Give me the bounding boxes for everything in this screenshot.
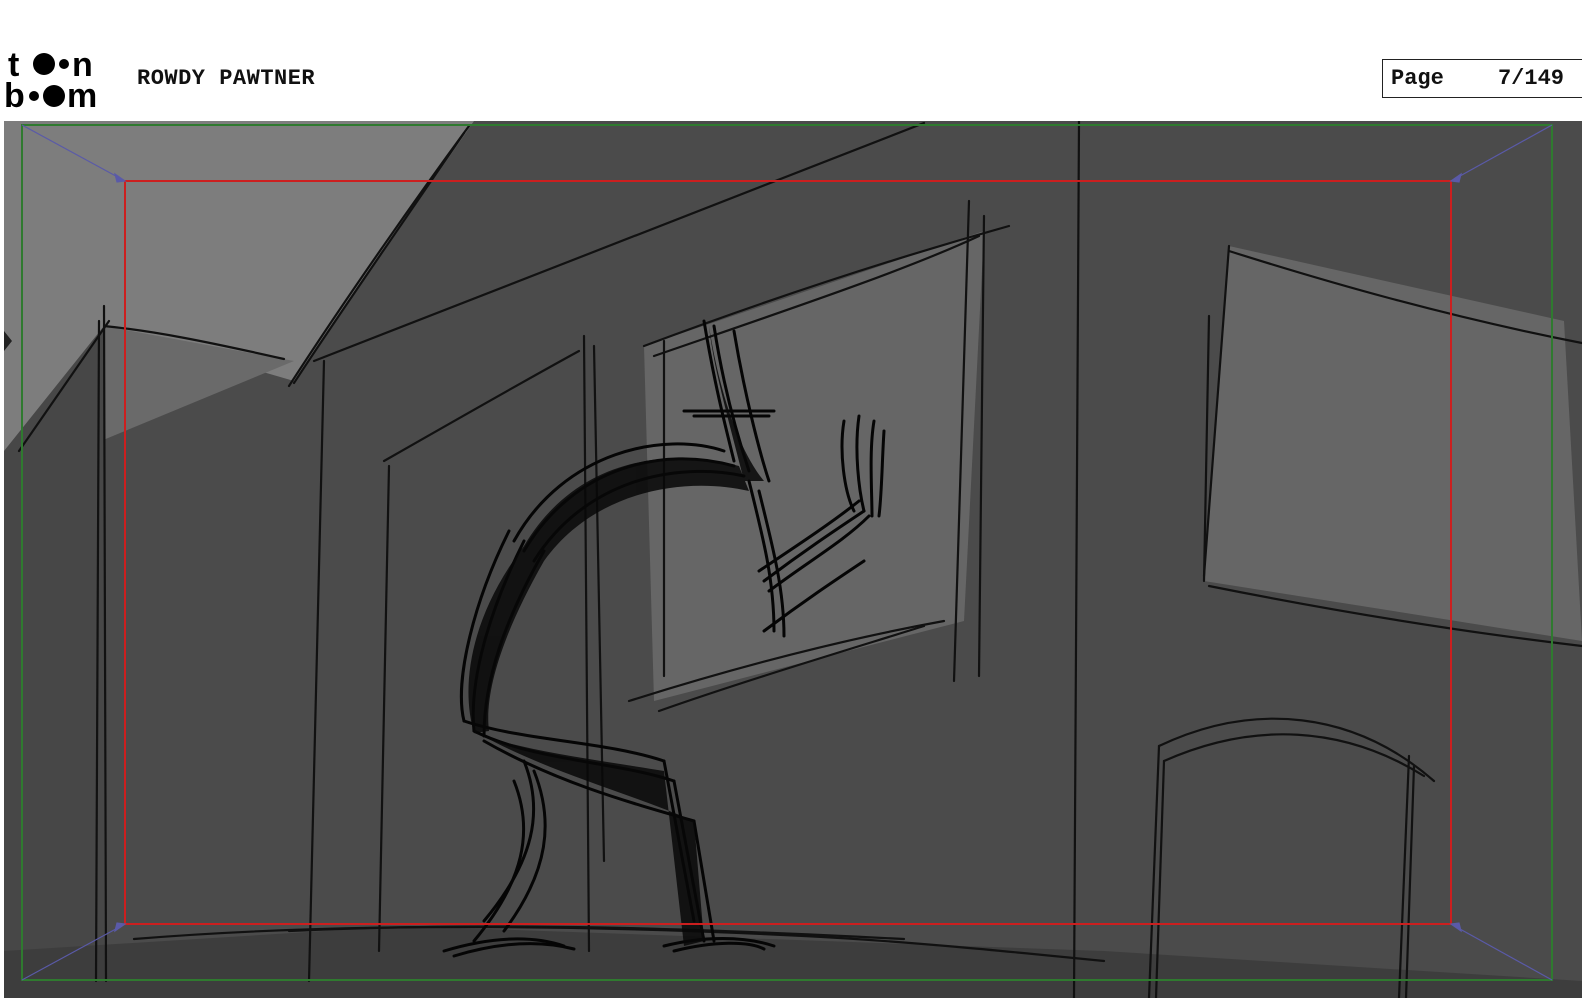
page-indicator: Page 7/149 xyxy=(1382,59,1582,98)
toon-boom-logo: t n b m xyxy=(4,46,116,115)
storyboard-panel xyxy=(4,121,1582,998)
svg-text:m: m xyxy=(67,77,97,110)
ground xyxy=(4,926,1582,998)
toon-boom-logo-mark: t n b m xyxy=(4,46,97,115)
page-number: 7/149 xyxy=(1497,66,1564,91)
panel-drawing xyxy=(4,121,1582,998)
svg-text:b: b xyxy=(4,77,25,110)
window-shape-right xyxy=(1204,246,1582,641)
project-title: ROWDY PAWTNER xyxy=(137,66,316,91)
page-label: Page xyxy=(1391,66,1444,91)
